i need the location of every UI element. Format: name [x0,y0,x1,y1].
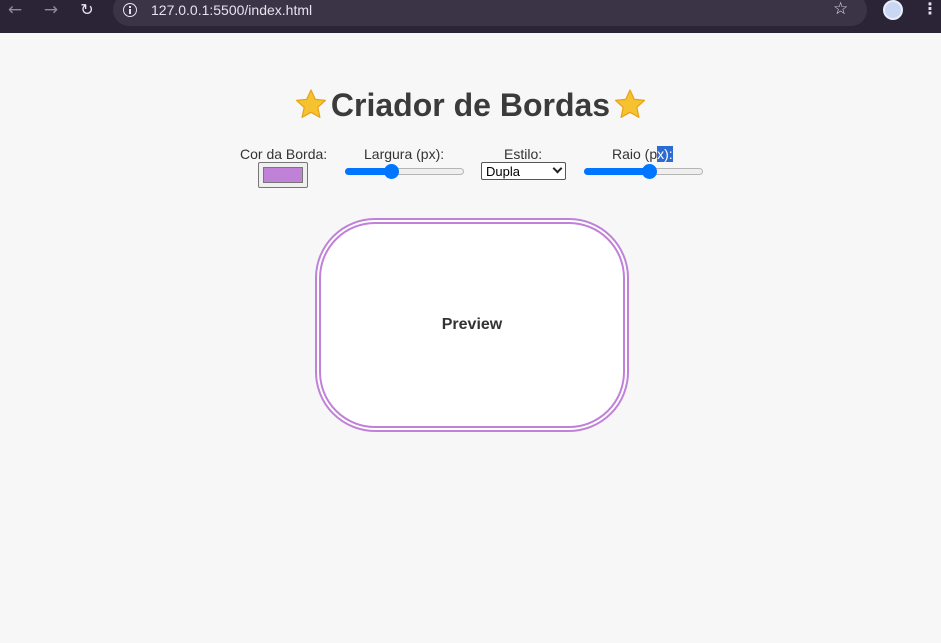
radius-label-selected-text: x): [657,146,673,162]
border-color-swatch [263,167,303,183]
radius-slider-fill [584,168,649,175]
profile-avatar[interactable] [883,0,903,20]
border-preview-box: Preview [315,218,629,432]
address-bar[interactable]: 127.0.0.1:5500/index.html ☆ [113,0,867,26]
style-select-value: Dupla [486,164,520,179]
radius-label: Raio (px): [612,146,673,162]
preview-label: Preview [441,316,503,333]
radius-label-text: Raio (p [612,146,658,162]
width-label: Largura (px): [364,146,445,162]
forward-arrow-icon[interactable]: → [39,0,63,22]
bookmark-star-icon[interactable]: ☆ [833,0,848,19]
browser-toolbar: ← → ↻ 127.0.0.1:5500/index.html ☆ ⋮ [0,0,941,33]
reload-icon[interactable]: ↻ [75,0,99,22]
style-select[interactable]: Dupla [481,162,566,180]
star-emoji-icon [615,89,646,118]
width-slider-thumb[interactable] [384,164,399,179]
radius-slider[interactable] [584,163,703,179]
url-text[interactable]: 127.0.0.1:5500/index.html [151,2,312,18]
info-icon[interactable] [123,3,137,17]
back-arrow-icon[interactable]: ← [3,0,27,22]
border-color-picker[interactable] [258,162,308,188]
radius-slider-thumb[interactable] [642,164,657,179]
border-color-label: Cor da Borda: [240,146,328,162]
chevron-down-icon [552,163,563,174]
star-emoji-icon [295,89,326,118]
page-title-text: Criador de Bordas [330,87,611,123]
style-label: Estilo: [504,146,543,162]
kebab-menu-icon[interactable]: ⋮ [922,0,938,20]
width-slider[interactable] [345,163,464,179]
page-title: Criador de Bordas [0,87,941,124]
